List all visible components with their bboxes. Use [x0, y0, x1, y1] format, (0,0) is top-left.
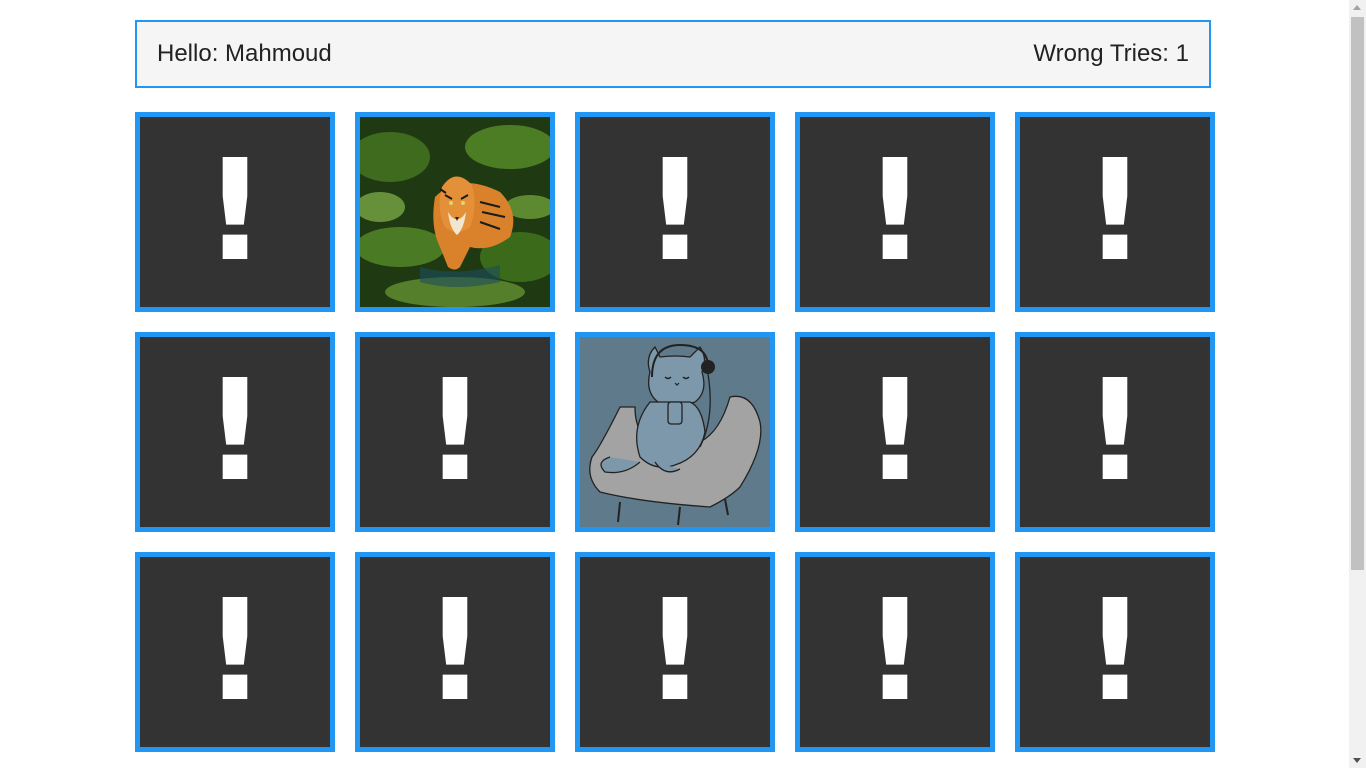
exclamation-icon: ! [203, 570, 267, 733]
scroll-thumb[interactable] [1351, 17, 1364, 570]
exclamation-icon: ! [1083, 570, 1147, 733]
exclamation-icon: ! [863, 570, 927, 733]
scroll-up-arrow-icon[interactable] [1353, 5, 1361, 10]
card-revealed[interactable] [355, 112, 555, 312]
exclamation-icon: ! [1083, 350, 1147, 513]
card-hidden[interactable]: ! [135, 332, 335, 532]
memory-game-board: ! !!!!! !!!!!!! [135, 112, 1215, 752]
exclamation-icon: ! [1083, 130, 1147, 293]
player-greeting: Hello: Mahmoud [157, 40, 332, 67]
vertical-scrollbar[interactable] [1349, 0, 1366, 768]
exclamation-icon: ! [863, 350, 927, 513]
exclamation-icon: ! [203, 350, 267, 513]
card-hidden[interactable]: ! [355, 332, 555, 532]
card-hidden[interactable]: ! [575, 552, 775, 752]
card-hidden[interactable]: ! [355, 552, 555, 752]
info-bar: Hello: Mahmoud Wrong Tries: 1 [135, 20, 1211, 88]
exclamation-icon: ! [863, 130, 927, 293]
scroll-down-arrow-icon[interactable] [1353, 758, 1361, 763]
card-hidden[interactable]: ! [1015, 552, 1215, 752]
exclamation-icon: ! [643, 130, 707, 293]
exclamation-icon: ! [423, 570, 487, 733]
card-hidden[interactable]: ! [1015, 332, 1215, 532]
exclamation-icon: ! [423, 350, 487, 513]
card-hidden[interactable]: ! [135, 112, 335, 312]
card-hidden[interactable]: ! [1015, 112, 1215, 312]
card-hidden[interactable]: ! [795, 112, 995, 312]
card-hidden[interactable]: ! [575, 112, 775, 312]
tiger-image [360, 117, 550, 307]
exclamation-icon: ! [203, 130, 267, 293]
wrong-tries-counter: Wrong Tries: 1 [1033, 40, 1189, 67]
exclamation-icon: ! [643, 570, 707, 733]
card-hidden[interactable]: ! [795, 332, 995, 532]
card-hidden[interactable]: ! [135, 552, 335, 752]
card-hidden[interactable]: ! [795, 552, 995, 752]
card-revealed[interactable] [575, 332, 775, 532]
cat-with-headphones-image [580, 337, 770, 527]
